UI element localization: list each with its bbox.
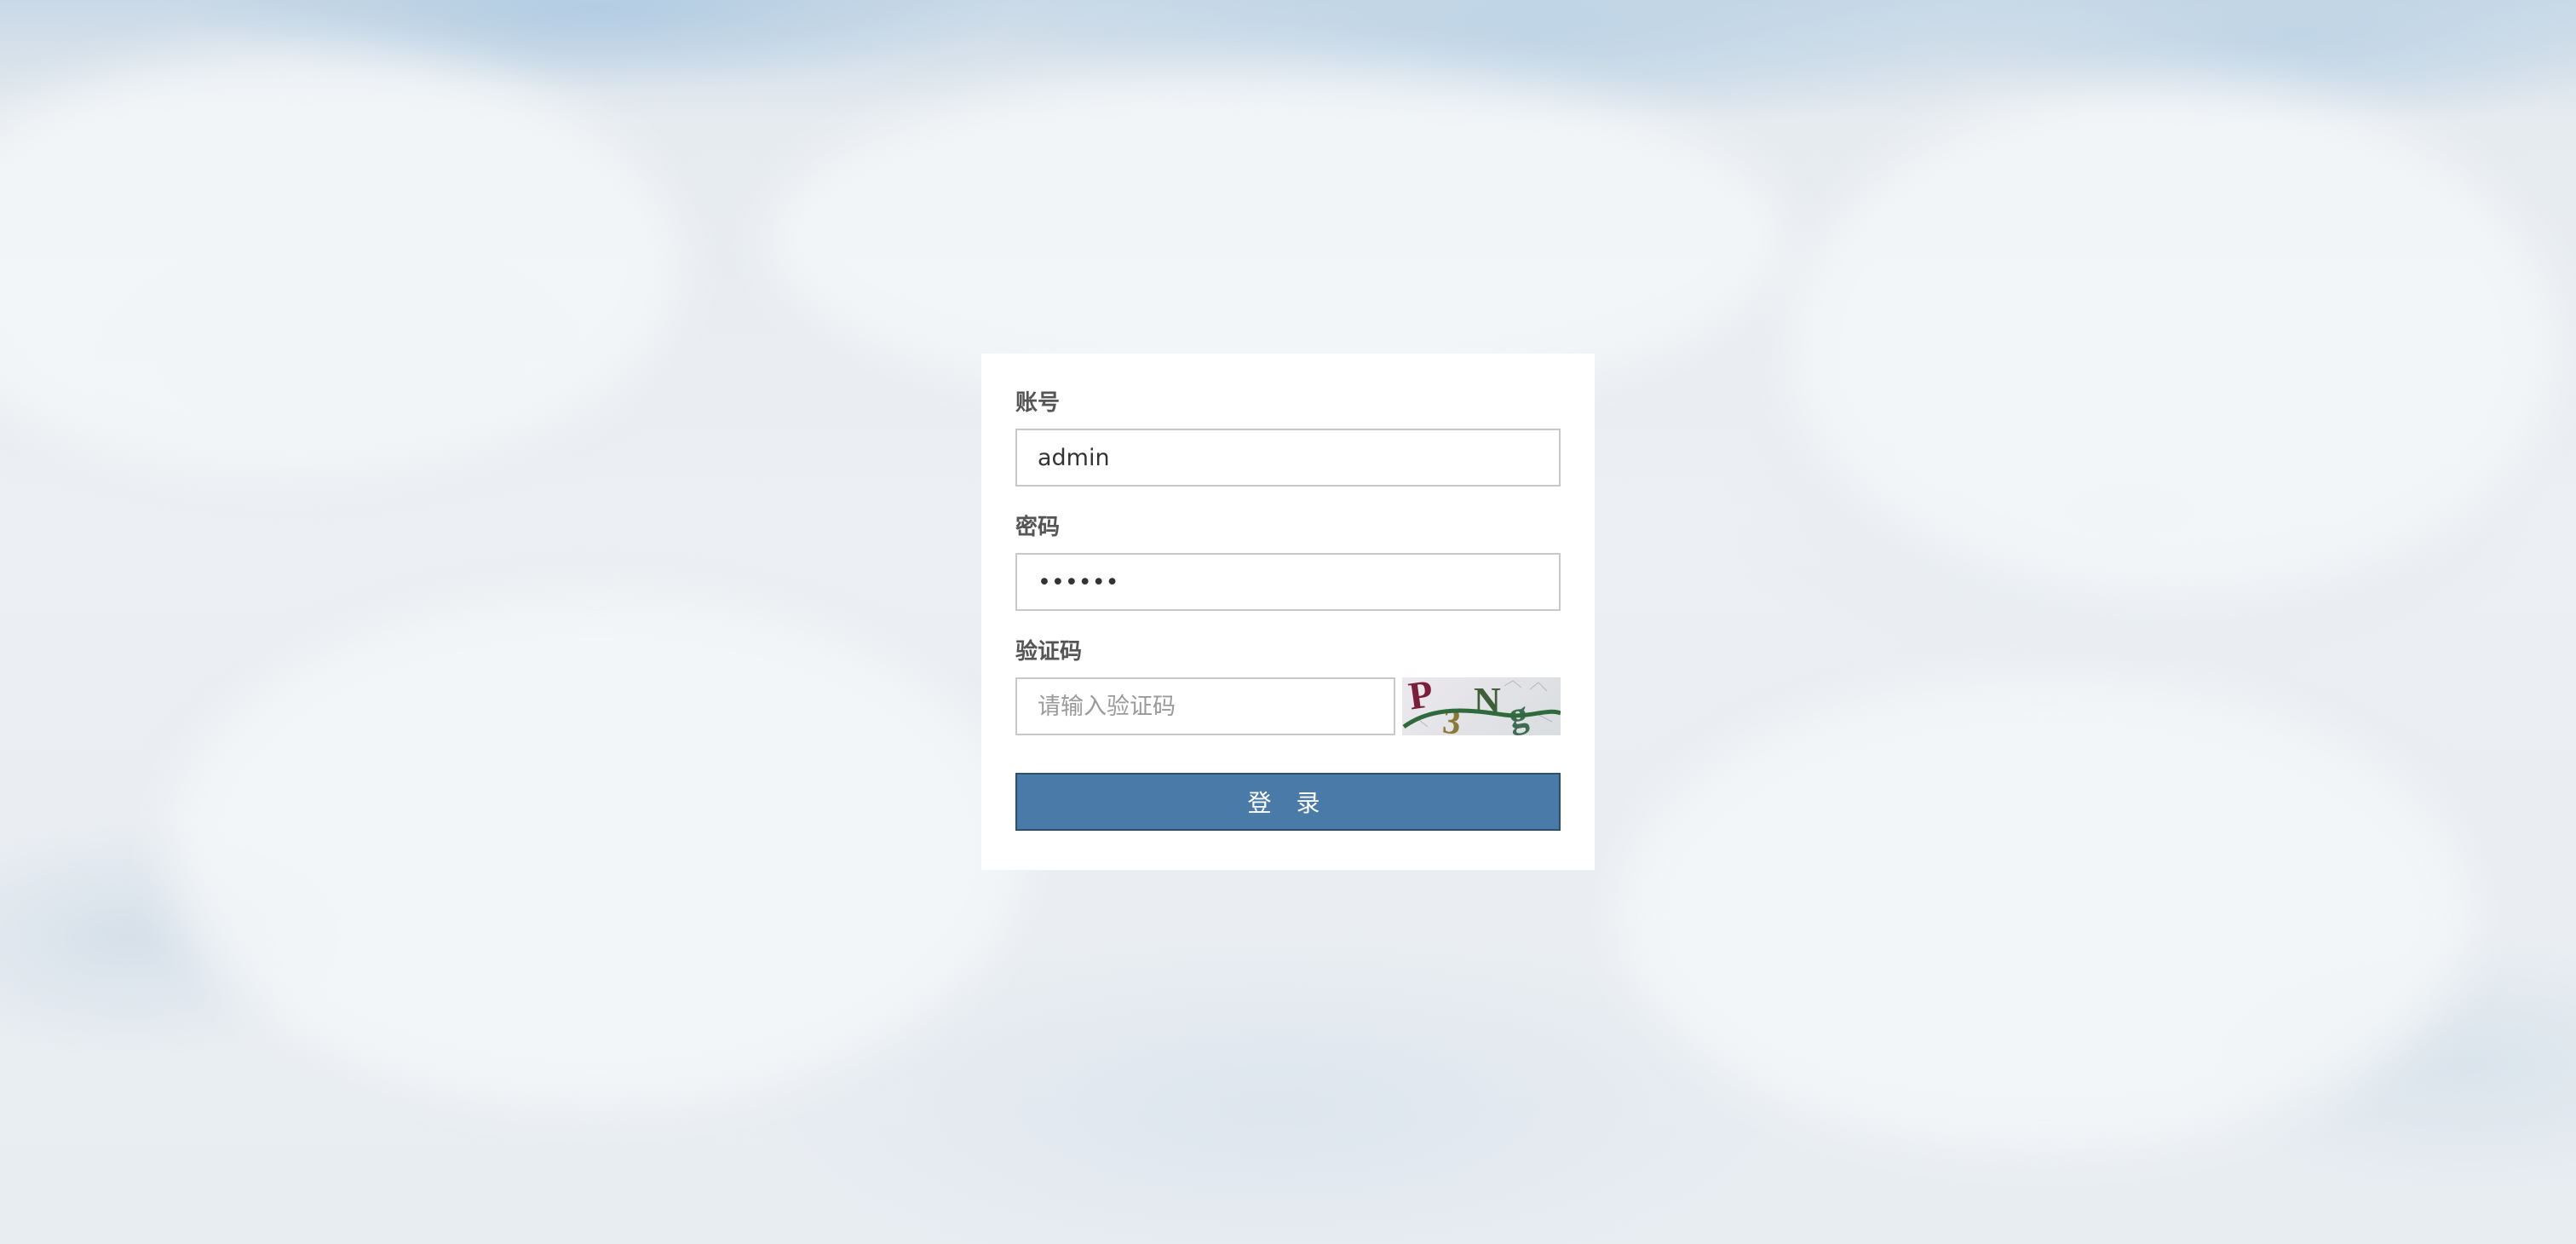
captcha-row: P 3 N g xyxy=(1015,677,1561,735)
captcha-label: 验证码 xyxy=(1015,639,1083,665)
captcha-char: 3 xyxy=(1440,702,1463,735)
login-page: 账号 密码 验证码 P xyxy=(0,0,2576,1244)
password-input[interactable] xyxy=(1015,553,1561,611)
captcha-graphic: P 3 N g xyxy=(1402,677,1561,735)
login-button[interactable]: 登 录 xyxy=(1015,773,1561,831)
captcha-input[interactable] xyxy=(1015,677,1395,735)
account-input[interactable] xyxy=(1015,429,1561,487)
background-cloud xyxy=(0,51,681,477)
password-label: 密码 xyxy=(1015,515,1061,540)
login-form: 账号 密码 验证码 P xyxy=(981,354,1595,870)
background-cloud xyxy=(170,596,1022,1108)
captcha-image[interactable]: P 3 N g xyxy=(1402,677,1561,735)
background-cloud xyxy=(1619,682,2470,1150)
background-cloud xyxy=(1789,85,2556,596)
account-label: 账号 xyxy=(1015,390,1061,416)
